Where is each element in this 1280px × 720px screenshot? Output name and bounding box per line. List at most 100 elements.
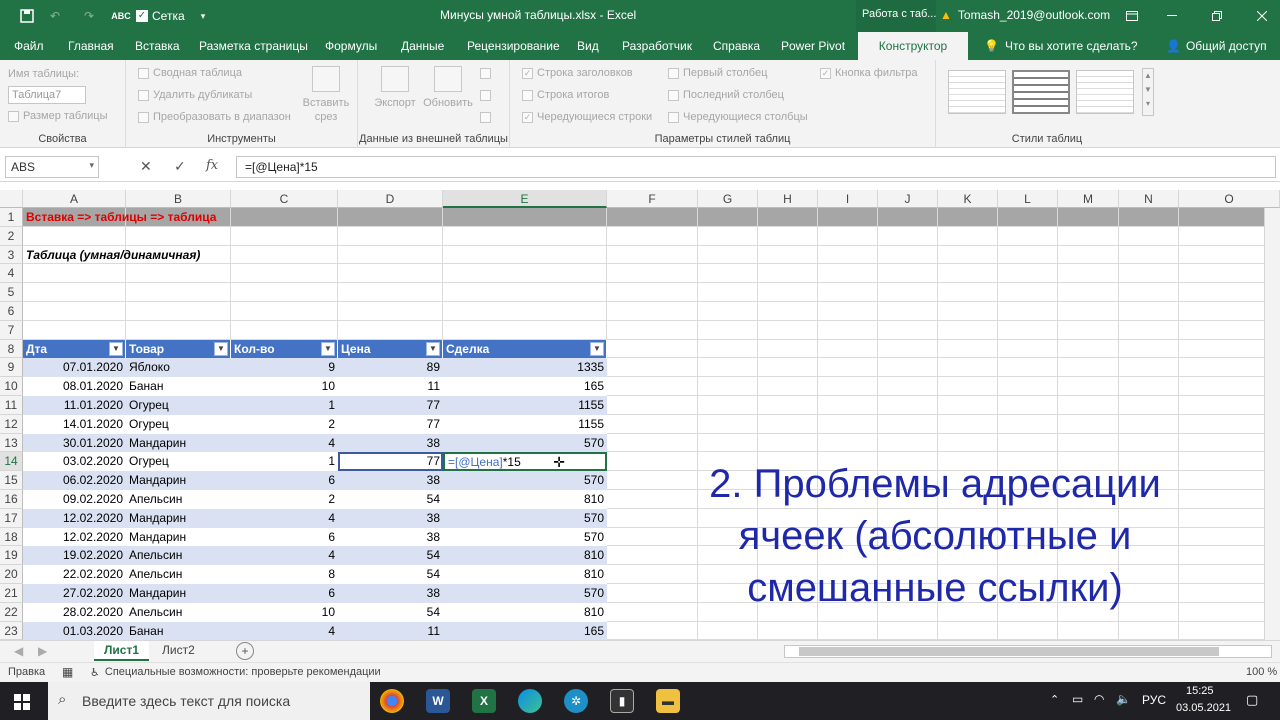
- account[interactable]: ▲ Tomash_2019@outlook.com: [940, 8, 1110, 22]
- banded-rows-checkbox[interactable]: ✓ Чередующиеся строки: [522, 111, 652, 123]
- row-header-5[interactable]: 5: [0, 283, 23, 302]
- table-cell[interactable]: 07.01.2020: [23, 358, 126, 378]
- table-cell[interactable]: 2: [231, 490, 338, 509]
- table-style-dark[interactable]: [1076, 70, 1134, 114]
- vertical-scrollbar[interactable]: [1264, 208, 1280, 640]
- row-header-19[interactable]: 19: [0, 546, 23, 566]
- formula-input[interactable]: =[@Цена]*15: [236, 156, 1276, 178]
- column-header-a[interactable]: A: [23, 190, 126, 208]
- table-cell[interactable]: 19.02.2020: [23, 546, 126, 566]
- row-header-13[interactable]: 13: [0, 433, 23, 453]
- convert-range-button[interactable]: Преобразовать в диапазон: [138, 111, 291, 123]
- export-button[interactable]: Экспорт: [370, 66, 420, 110]
- edge-icon[interactable]: [518, 689, 542, 713]
- select-all-corner[interactable]: [0, 190, 23, 208]
- table-cell[interactable]: 8: [231, 565, 338, 584]
- table-cell[interactable]: Мандарин: [126, 584, 231, 603]
- row-header-4[interactable]: 4: [0, 264, 23, 284]
- table-cell[interactable]: 54: [338, 602, 443, 622]
- row-header-7[interactable]: 7: [0, 320, 23, 340]
- row-header-10[interactable]: 10: [0, 377, 23, 396]
- table-cell[interactable]: 30.01.2020: [23, 433, 126, 453]
- name-box-dropdown-icon[interactable]: ▾: [89, 160, 94, 171]
- row-header-22[interactable]: 22: [0, 602, 23, 622]
- tab-table-design[interactable]: Конструктор: [858, 32, 968, 60]
- table-cell[interactable]: 1335: [443, 358, 607, 378]
- filter-dropdown-icon[interactable]: ▼: [321, 341, 335, 356]
- table-cell[interactable]: Огурец: [126, 452, 231, 472]
- table-cell[interactable]: 570: [443, 508, 607, 528]
- enter-icon[interactable]: ✓: [174, 158, 186, 175]
- undo-icon[interactable]: ↶: [44, 7, 66, 25]
- table-cell[interactable]: 6: [231, 527, 338, 547]
- row-header-6[interactable]: 6: [0, 302, 23, 321]
- table-cell[interactable]: 570: [443, 433, 607, 453]
- column-header-j[interactable]: J: [878, 190, 938, 208]
- minimize-icon[interactable]: [1160, 6, 1184, 26]
- row-header-16[interactable]: 16: [0, 490, 23, 509]
- table-cell[interactable]: 11.01.2020: [23, 396, 126, 415]
- tab-review[interactable]: Рецензирование: [467, 39, 560, 53]
- table-cell[interactable]: Апельсин: [126, 490, 231, 509]
- column-header-d[interactable]: D: [338, 190, 443, 208]
- scrollbar-thumb[interactable]: [799, 647, 1219, 656]
- macro-record-icon[interactable]: ▦: [62, 665, 73, 679]
- tab-data[interactable]: Данные: [401, 39, 444, 53]
- zoom-level[interactable]: 100 %: [1246, 666, 1277, 678]
- last-column-checkbox[interactable]: Последний столбец: [668, 89, 784, 101]
- table-cell[interactable]: 12.02.2020: [23, 508, 126, 528]
- table-cell[interactable]: Апельсин: [126, 546, 231, 566]
- table-cell[interactable]: 570: [443, 527, 607, 547]
- row-header-9[interactable]: 9: [0, 358, 23, 378]
- row-header-23[interactable]: 23: [0, 621, 23, 640]
- column-header-c[interactable]: C: [231, 190, 338, 208]
- table-header-2[interactable]: Товар ▼: [126, 339, 231, 359]
- clock-time[interactable]: 15:25: [1186, 685, 1214, 697]
- new-sheet-icon[interactable]: +: [236, 642, 254, 660]
- open-browser-icon[interactable]: [480, 90, 491, 101]
- close-icon[interactable]: [1250, 6, 1274, 26]
- table-cell[interactable]: 77: [338, 414, 443, 434]
- table-cell[interactable]: 6: [231, 471, 338, 490]
- table-cell[interactable]: Апельсин: [126, 602, 231, 622]
- gridlines-toggle[interactable]: ✓ Сетка: [136, 7, 185, 25]
- restore-icon[interactable]: [1205, 6, 1229, 26]
- row-header-18[interactable]: 18: [0, 527, 23, 547]
- column-header-h[interactable]: H: [758, 190, 818, 208]
- save-icon[interactable]: [14, 7, 40, 25]
- table-cell[interactable]: 38: [338, 584, 443, 603]
- table-cell[interactable]: 06.02.2020: [23, 471, 126, 490]
- table-header-3[interactable]: Кол-во ▼: [231, 339, 338, 359]
- table-cell[interactable]: 1155: [443, 396, 607, 415]
- video-editor-icon[interactable]: ▮: [610, 689, 634, 713]
- column-header-k[interactable]: K: [938, 190, 998, 208]
- table-cell[interactable]: 810: [443, 602, 607, 622]
- table-cell[interactable]: 77: [338, 396, 443, 415]
- table-cell[interactable]: 54: [338, 490, 443, 509]
- table-cell[interactable]: 1: [231, 452, 338, 472]
- table-cell[interactable]: 54: [338, 546, 443, 566]
- column-header-l[interactable]: L: [998, 190, 1058, 208]
- table-cell[interactable]: 03.02.2020: [23, 452, 126, 472]
- spellcheck-icon[interactable]: ABC: [110, 7, 132, 25]
- next-sheet-icon[interactable]: ▶: [38, 644, 47, 658]
- row-header-3[interactable]: 3: [0, 245, 23, 265]
- table-cell[interactable]: 09.02.2020: [23, 490, 126, 509]
- table-cell[interactable]: 1: [231, 396, 338, 415]
- table-cell[interactable]: 38: [338, 527, 443, 547]
- table-header-5[interactable]: Сделка ▼: [443, 339, 607, 359]
- table-cell[interactable]: 27.02.2020: [23, 584, 126, 603]
- column-header-m[interactable]: M: [1058, 190, 1119, 208]
- table-cell[interactable]: Яблоко: [126, 358, 231, 378]
- table-cell[interactable]: 10: [231, 377, 338, 396]
- cell-a3[interactable]: Таблица (умная/динамичная): [23, 246, 283, 265]
- total-row-checkbox[interactable]: Строка итогов: [522, 89, 609, 101]
- unlink-icon[interactable]: [480, 112, 491, 123]
- table-cell[interactable]: 4: [231, 621, 338, 640]
- table-cell[interactable]: Мандарин: [126, 471, 231, 490]
- table-cell[interactable]: 14.01.2020: [23, 414, 126, 434]
- row-header-2[interactable]: 2: [0, 226, 23, 246]
- table-cell[interactable]: 810: [443, 565, 607, 584]
- table-cell[interactable]: 4: [231, 508, 338, 528]
- column-header-e[interactable]: E: [443, 190, 607, 208]
